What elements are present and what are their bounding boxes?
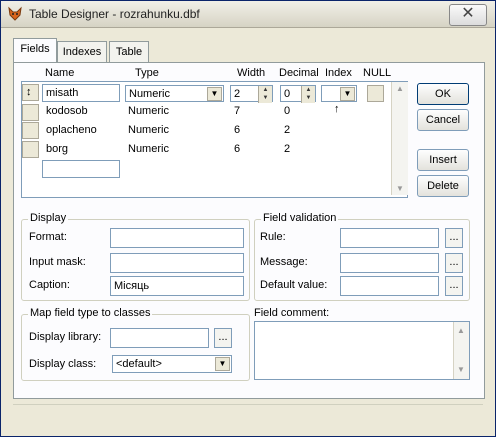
tab-indexes-label: Indexes	[62, 46, 102, 58]
field-width-spinner[interactable]: 2 ▲ ▼	[230, 85, 273, 103]
ok-button[interactable]: OK	[417, 83, 469, 105]
spin-arrows-icon[interactable]: ▲ ▼	[301, 86, 315, 103]
row-selector[interactable]	[22, 122, 39, 139]
field-decimal[interactable]: 2	[284, 143, 290, 155]
input-mask-label: Input mask:	[29, 256, 86, 268]
field-type-value: Numeric	[129, 88, 170, 100]
scroll-up-icon[interactable]: ▲	[457, 323, 465, 339]
caption-label: Caption:	[29, 279, 70, 291]
chevron-down-icon[interactable]: ▼	[207, 87, 222, 101]
close-button[interactable]: ✕	[449, 4, 487, 26]
column-header-null: NULL	[363, 67, 392, 79]
input-mask-input[interactable]	[110, 253, 244, 273]
chevron-down-icon[interactable]: ▼	[340, 87, 355, 101]
close-icon: ✕	[461, 5, 475, 22]
column-header-name: Name	[45, 67, 75, 79]
field-width[interactable]: 6	[234, 124, 240, 136]
row-selector[interactable]	[22, 104, 39, 121]
tab-table[interactable]: Table	[109, 41, 149, 62]
null-checkbox[interactable]	[367, 85, 384, 102]
delete-button[interactable]: Delete	[417, 175, 469, 197]
display-class-value: <default>	[116, 358, 162, 370]
field-type-select[interactable]: Numeric ▼	[125, 85, 224, 102]
tab-fields-label: Fields	[20, 43, 50, 55]
display-library-browse-button[interactable]: ...	[214, 328, 232, 348]
chevron-down-icon[interactable]: ▼	[215, 357, 230, 371]
new-field-name-input[interactable]	[42, 160, 120, 178]
default-value-label: Default value:	[260, 279, 328, 291]
field-width[interactable]: 7	[234, 105, 240, 117]
tab-table-label: Table	[115, 46, 143, 58]
insert-button[interactable]: Insert	[417, 149, 469, 171]
display-library-input[interactable]	[110, 328, 209, 348]
table-designer-window: Table Designer - rozrahunku.dbf ✕ Fields…	[0, 0, 496, 437]
field-name[interactable]: borg	[46, 143, 68, 155]
field-decimal[interactable]: 0	[284, 105, 290, 117]
cancel-button[interactable]: Cancel	[417, 109, 469, 131]
field-decimal-value: 0	[284, 88, 291, 100]
field-decimal[interactable]: 2	[284, 124, 290, 136]
field-name-input[interactable]: misath	[42, 84, 120, 102]
scroll-up-icon[interactable]: ▲	[396, 84, 404, 93]
format-input[interactable]	[110, 228, 244, 248]
scroll-down-icon[interactable]: ▼	[396, 184, 404, 193]
column-header-index: Index	[325, 67, 352, 79]
field-name[interactable]: oplacheno	[46, 124, 97, 136]
scroll-down-icon[interactable]: ▼	[457, 362, 465, 378]
row-selector[interactable]	[22, 141, 39, 158]
move-row-icon[interactable]: ↕	[26, 86, 32, 98]
message-input[interactable]	[340, 253, 439, 273]
tab-indexes[interactable]: Indexes	[57, 41, 107, 62]
message-builder-button[interactable]: ...	[445, 253, 463, 273]
default-value-input[interactable]	[340, 276, 439, 296]
message-label: Message:	[260, 256, 308, 268]
field-type[interactable]: Numeric	[128, 124, 169, 136]
display-class-select[interactable]: <default> ▼	[112, 355, 232, 373]
grid-scrollbar[interactable]: ▲ ▼	[391, 82, 408, 195]
field-type[interactable]: Numeric	[128, 143, 169, 155]
field-type[interactable]: Numeric	[128, 105, 169, 117]
comment-scrollbar[interactable]: ▲ ▼	[453, 322, 469, 379]
column-header-width: Width	[237, 67, 266, 79]
rule-input[interactable]	[340, 228, 439, 248]
display-group-title: Display	[28, 212, 69, 224]
display-library-label: Display library:	[29, 331, 102, 343]
ascending-index-icon[interactable]: ↑	[334, 103, 340, 115]
caption-input[interactable]: Місяць	[110, 276, 244, 296]
fox-icon	[8, 6, 22, 21]
field-comment-textarea[interactable]: ▲ ▼	[254, 321, 470, 380]
rule-label: Rule:	[260, 231, 286, 243]
field-decimal-spinner[interactable]: 0 ▲ ▼	[280, 85, 316, 103]
rule-builder-button[interactable]: ...	[445, 228, 463, 248]
map-field-type-title: Map field type to classes	[28, 307, 153, 319]
title-bar[interactable]: Table Designer - rozrahunku.dbf ✕	[1, 1, 495, 28]
field-width[interactable]: 6	[234, 143, 240, 155]
column-header-type: Type	[135, 67, 159, 79]
tab-fields[interactable]: Fields	[13, 38, 57, 62]
display-class-label: Display class:	[29, 358, 97, 370]
status-area	[13, 404, 483, 425]
field-validation-title: Field validation	[261, 212, 339, 224]
row-selector[interactable]: ↕	[22, 84, 39, 101]
column-header-decimal: Decimal	[279, 67, 319, 79]
default-value-builder-button[interactable]: ...	[445, 276, 463, 296]
spin-arrows-icon[interactable]: ▲ ▼	[258, 86, 272, 103]
field-index-select[interactable]: ▼	[321, 85, 357, 102]
format-label: Format:	[29, 231, 67, 243]
window-title: Table Designer - rozrahunku.dbf	[29, 7, 200, 21]
field-width-value: 2	[234, 88, 241, 100]
field-name[interactable]: kodosob	[46, 105, 88, 117]
field-comment-label: Field comment:	[254, 307, 330, 319]
